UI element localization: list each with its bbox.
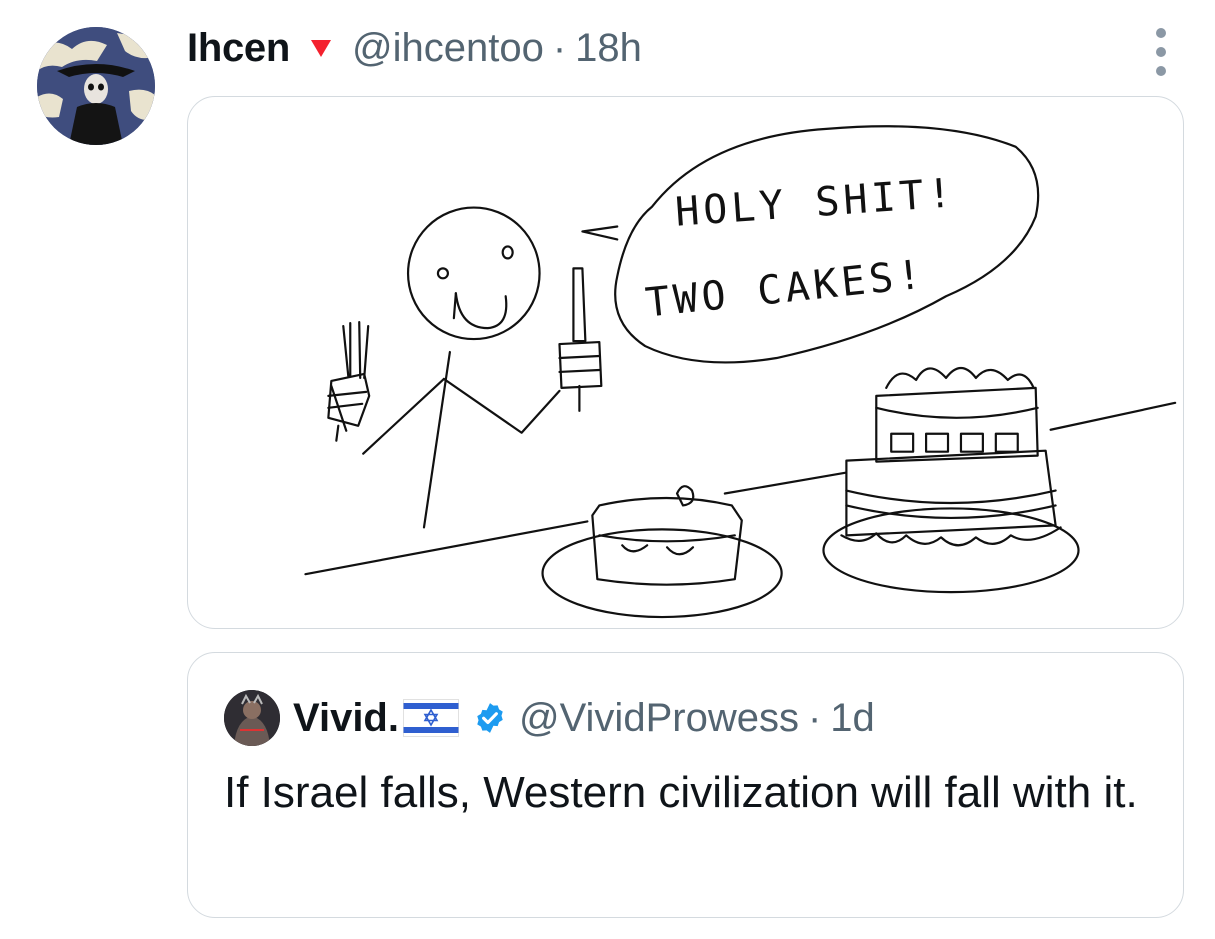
israel-flag-icon: [402, 698, 461, 738]
separator-dot: ·: [552, 25, 567, 70]
quoted-tweet-timestamp[interactable]: 1d: [830, 696, 875, 741]
author-display-name[interactable]: Ihcen: [187, 26, 290, 71]
tweet-timestamp[interactable]: 18h: [575, 26, 642, 71]
tweet-media-image[interactable]: [187, 96, 1184, 629]
quoted-author-handle[interactable]: @VividProwess: [519, 696, 799, 741]
quoted-author-avatar[interactable]: [224, 690, 280, 746]
quoted-tweet[interactable]: Vivid. @VividProwess · 1d If Israel fall…: [187, 652, 1184, 918]
tweet-header: Ihcen @ihcentoo · 18h: [187, 20, 642, 76]
tweet: Ihcen @ihcentoo · 18h HOLY SHIT! TWO CAK…: [0, 0, 1215, 939]
speech-bubble: [614, 125, 1040, 364]
more-options-button[interactable]: [1150, 28, 1172, 76]
red-triangle-icon: [310, 37, 332, 59]
quoted-author-display-name[interactable]: Vivid.: [293, 696, 399, 741]
author-handle[interactable]: @ihcentoo: [352, 26, 544, 71]
quoted-tweet-text: If Israel falls, Western civilization wi…: [224, 768, 1138, 817]
separator-dot: ·: [807, 695, 822, 740]
author-avatar[interactable]: [37, 27, 155, 145]
more-vertical-icon: [1156, 28, 1166, 38]
stick-figure-head: [406, 206, 541, 341]
verified-badge-icon: [473, 701, 507, 735]
quoted-tweet-header: Vivid. @VividProwess · 1d: [224, 689, 875, 747]
